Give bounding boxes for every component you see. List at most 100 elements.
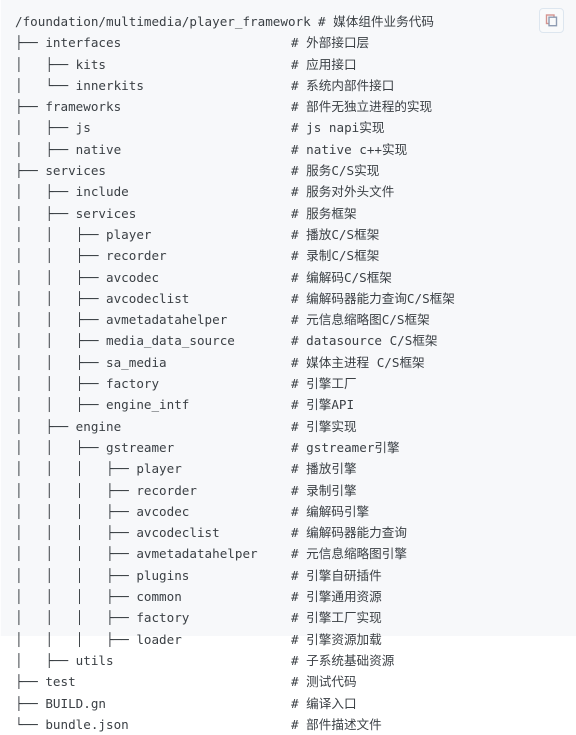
tree-line: │ │ ├── factory # 引擎工厂	[1, 373, 576, 394]
tree-comment: # 元信息缩略图C/S框架	[291, 312, 430, 328]
tree-comment: # 元信息缩略图引擎	[291, 546, 407, 562]
tree-line: ├── frameworks # 部件无独立进程的实现	[1, 96, 576, 117]
tree-comment: # 编解码器能力查询C/S框架	[291, 290, 455, 306]
tree-line: │ │ ├── avcodeclist # 编解码器能力查询C/S框架	[1, 288, 576, 309]
tree-line: │ ├── services # 服务框架	[1, 203, 576, 224]
tree-path: │ │ ├── factory	[15, 376, 160, 392]
tree-path: │ │ ├── player	[15, 226, 152, 242]
tree-comment: # 外部接口层	[291, 35, 370, 51]
tree-path: │ │ ├── engine_intf	[15, 397, 190, 413]
tree-comment: # 编译入口	[291, 695, 357, 711]
tree-path: /foundation/multimedia/player_framework	[15, 14, 311, 29]
tree-line: /foundation/multimedia/player_framework #…	[1, 11, 576, 32]
tree-path: │ │ │ ├── avcodec	[15, 503, 190, 519]
tree-comment: # native c++实现	[291, 141, 408, 157]
tree-line: │ ├── native # native c++实现	[1, 139, 576, 160]
tree-comment: # 子系统基础资源	[291, 652, 395, 668]
tree-path: │ │ ├── avcodec	[15, 269, 160, 285]
tree-line: │ │ │ ├── avcodeclist # 编解码器能力查询	[1, 522, 576, 543]
tree-line: ├── test # 测试代码	[1, 671, 576, 692]
tree-comment: # gstreamer引擎	[291, 439, 400, 455]
tree-path: │ ├── js	[15, 120, 91, 136]
tree-comment: # 测试代码	[291, 674, 357, 690]
tree-line: │ │ ├── recorder # 录制C/S框架	[1, 245, 576, 266]
tree-line: │ ├── utils # 子系统基础资源	[1, 650, 576, 671]
tree-path: │ │ │ ├── common	[15, 589, 182, 605]
copy-icon	[545, 14, 558, 27]
tree-line: ├── services # 服务C/S实现	[1, 160, 576, 181]
tree-path: │ │ ├── media_data_source	[15, 333, 235, 349]
tree-line: │ ├── js # js napi实现	[1, 117, 576, 138]
tree-line: └── bundle.json # 部件描述文件	[1, 714, 576, 735]
tree-comment: # 编解码器能力查询	[291, 525, 407, 541]
tree-line: │ │ │ ├── recorder # 录制引擎	[1, 480, 576, 501]
tree-comment: # 服务对外头文件	[291, 184, 395, 200]
tree-line: │ │ ├── player # 播放C/S框架	[1, 224, 576, 245]
tree-path: │ ├── engine	[15, 418, 122, 434]
tree-line: │ │ │ ├── factory # 引擎工厂实现	[1, 607, 576, 628]
tree-comment: # 播放C/S框架	[291, 226, 380, 242]
tree-path: │ │ │ ├── avcodeclist	[15, 525, 220, 541]
tree-comment: # 系统内部件接口	[291, 77, 395, 93]
tree-line: │ │ │ ├── player # 播放引擎	[1, 458, 576, 479]
tree-comment: # 引擎实现	[291, 418, 357, 434]
tree-comment: # 引擎工厂	[291, 376, 357, 392]
tree-path: │ │ ├── recorder	[15, 248, 167, 264]
tree-path: │ │ │ ├── loader	[15, 631, 182, 647]
tree-path: │ └── innerkits	[15, 77, 144, 93]
tree-comment: # 录制引擎	[291, 482, 357, 498]
tree-line: │ │ │ ├── loader # 引擎资源加载	[1, 629, 576, 650]
tree-path: │ │ │ ├── avmetadatahelper	[15, 546, 258, 562]
tree-comment: # 编解码引擎	[291, 503, 370, 519]
tree-path: │ │ ├── avmetadatahelper	[15, 312, 228, 328]
tree-line: │ │ ├── avmetadatahelper # 元信息缩略图C/S框架	[1, 309, 576, 330]
tree-comment: # 服务框架	[291, 205, 357, 221]
tree-comment: # 引擎通用资源	[291, 589, 382, 605]
tree-path: ├── interfaces	[15, 35, 122, 51]
code-block: /foundation/multimedia/player_framework #…	[0, 0, 576, 732]
tree-path: │ ├── kits	[15, 56, 106, 72]
tree-line: │ │ ├── media_data_source # datasource C/…	[1, 330, 576, 351]
tree-comment: # 播放引擎	[291, 461, 357, 477]
tree-line: │ │ │ ├── plugins # 引擎自研插件	[1, 565, 576, 586]
tree-line: │ │ ├── engine_intf # 引擎API	[1, 394, 576, 415]
tree-path: │ ├── services	[15, 205, 137, 221]
tree-path: ├── services	[15, 163, 106, 179]
tree-line: ├── BUILD.gn # 编译入口	[1, 693, 576, 714]
tree-comment: # 编解码C/S框架	[291, 269, 392, 285]
tree-path: │ │ ├── sa_media	[15, 354, 167, 370]
directory-tree-listing: /foundation/multimedia/player_framework #…	[1, 11, 576, 735]
tree-comment: # 媒体组件业务代码	[318, 14, 434, 29]
tree-comment: # 应用接口	[291, 56, 357, 72]
tree-path: ├── test	[15, 674, 76, 690]
tree-path: │ ├── utils	[15, 652, 114, 668]
tree-line: ├── interfaces # 外部接口层	[1, 32, 576, 53]
tree-comment: # 引擎API	[291, 397, 355, 413]
tree-path: │ │ │ ├── plugins	[15, 567, 190, 583]
tree-path: ├── BUILD.gn	[15, 695, 106, 711]
tree-comment: # 引擎资源加载	[291, 631, 382, 647]
tree-path: │ ├── include	[15, 184, 129, 200]
tree-line: │ │ │ ├── avcodec # 编解码引擎	[1, 501, 576, 522]
tree-comment: # 引擎自研插件	[291, 567, 382, 583]
tree-line: │ ├── include # 服务对外头文件	[1, 181, 576, 202]
tree-line: │ ├── engine # 引擎实现	[1, 416, 576, 437]
tree-comment: # 引擎工厂实现	[291, 610, 382, 626]
tree-path: ├── frameworks	[15, 99, 122, 115]
tree-path: │ ├── native	[15, 141, 122, 157]
tree-comment: # 部件无独立进程的实现	[291, 99, 433, 115]
tree-path: │ │ │ ├── factory	[15, 610, 190, 626]
tree-comment: # 服务C/S实现	[291, 163, 380, 179]
tree-path: │ │ │ ├── player	[15, 461, 182, 477]
tree-path: │ │ ├── gstreamer	[15, 439, 175, 455]
tree-comment: # 录制C/S框架	[291, 248, 380, 264]
tree-path: │ │ │ ├── recorder	[15, 482, 197, 498]
tree-comment: # js napi实现	[291, 120, 385, 136]
tree-comment: # 部件描述文件	[291, 716, 382, 732]
tree-line: │ │ │ ├── avmetadatahelper # 元信息缩略图引擎	[1, 543, 576, 564]
tree-line: │ │ ├── gstreamer # gstreamer引擎	[1, 437, 576, 458]
tree-line: │ │ ├── avcodec # 编解码C/S框架	[1, 267, 576, 288]
tree-comment: # datasource C/S框架	[291, 333, 438, 349]
tree-line: │ │ ├── sa_media # 媒体主进程 C/S框架	[1, 352, 576, 373]
copy-code-button[interactable]	[539, 8, 564, 33]
